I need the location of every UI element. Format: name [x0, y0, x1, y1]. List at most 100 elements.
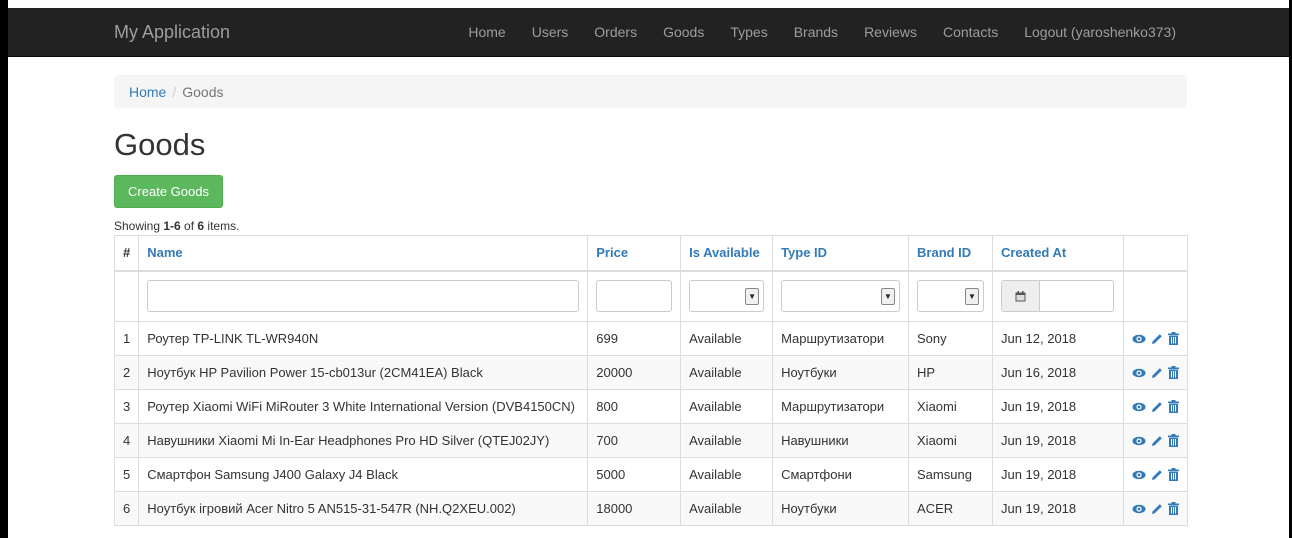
filter-cell-brand: ▼ [908, 270, 993, 322]
row-available: Available [680, 491, 774, 526]
row-available: Available [680, 355, 774, 390]
breadcrumb: Home / Goods [114, 75, 1187, 108]
eye-icon[interactable] [1132, 402, 1146, 412]
created-at-filter-input[interactable] [1038, 280, 1114, 313]
nav-links: Home Users Orders Goods Types Brands Rev… [455, 8, 1189, 57]
col-header-price[interactable]: Price [587, 235, 682, 272]
page-title: Goods [114, 127, 206, 162]
row-type: Смартфони [772, 457, 910, 492]
row-actions [1122, 491, 1189, 526]
row-name: Ноутбук HP Pavilion Power 15-cb013ur (2C… [138, 355, 589, 390]
col-header-created-at[interactable]: Created At [991, 235, 1124, 272]
row-price: 20000 [587, 355, 682, 390]
row-number: 5 [113, 457, 140, 492]
pencil-icon[interactable] [1151, 435, 1163, 447]
table-row: 1 Роутер TP-LINK TL-WR940N 699 Available… [113, 321, 1189, 356]
nav-types[interactable]: Types [717, 8, 780, 57]
row-action-buttons [1132, 502, 1179, 515]
row-brand: Xiaomi [908, 423, 993, 458]
type-filter-select[interactable]: ▼ [781, 280, 901, 313]
row-name: Роутер Xiaomi WiFi MiRouter 3 White Inte… [138, 389, 589, 424]
row-action-buttons [1132, 434, 1179, 447]
pencil-icon[interactable] [1151, 503, 1163, 515]
col-header-is-available[interactable]: Is Available [680, 235, 774, 272]
col-header-brand-id[interactable]: Brand ID [908, 235, 993, 272]
row-available: Available [680, 457, 774, 492]
brand-filter-select[interactable]: ▼ [917, 280, 984, 313]
nav-reviews[interactable]: Reviews [851, 8, 930, 57]
summary-range: 1-6 [163, 219, 181, 233]
summary-middle: of [180, 219, 198, 233]
dropdown-arrow-icon[interactable]: ▼ [881, 288, 896, 306]
row-number: 6 [113, 491, 140, 526]
pencil-icon[interactable] [1151, 401, 1163, 413]
summary-suffix: items. [204, 219, 240, 233]
row-brand: Samsung [908, 457, 993, 492]
breadcrumb-home-link[interactable]: Home [129, 84, 166, 100]
window-left-edge [0, 0, 8, 538]
filter-row: ▼ ▼ ▼ [113, 270, 1189, 322]
nav-users[interactable]: Users [519, 8, 582, 57]
price-filter-input[interactable] [596, 280, 673, 313]
row-created-at: Jun 19, 2018 [991, 423, 1124, 458]
nav-logout[interactable]: Logout (yaroshenko373) [1011, 8, 1189, 57]
row-price: 18000 [587, 491, 682, 526]
eye-icon[interactable] [1132, 334, 1146, 344]
eye-icon[interactable] [1132, 470, 1146, 480]
eye-icon[interactable] [1132, 436, 1146, 446]
table-row: 6 Ноутбук ігровий Acer Nitro 5 AN515-31-… [113, 491, 1189, 526]
row-created-at: Jun 19, 2018 [991, 491, 1124, 526]
trash-icon[interactable] [1168, 468, 1179, 481]
calendar-icon[interactable] [1000, 280, 1039, 313]
nav-brands[interactable]: Brands [781, 8, 851, 57]
row-created-at: Jun 19, 2018 [991, 389, 1124, 424]
row-created-at: Jun 12, 2018 [991, 321, 1124, 356]
filter-cell-number [113, 270, 140, 322]
eye-icon[interactable] [1132, 504, 1146, 514]
row-name: Навушники Xiaomi Mi In-Ear Headphones Pr… [138, 423, 589, 458]
nav-home[interactable]: Home [455, 8, 518, 57]
pencil-icon[interactable] [1151, 469, 1163, 481]
row-brand: ACER [908, 491, 993, 526]
row-actions [1122, 321, 1189, 356]
dropdown-arrow-icon[interactable]: ▼ [964, 288, 979, 306]
trash-icon[interactable] [1168, 502, 1179, 515]
trash-icon[interactable] [1168, 332, 1179, 345]
available-filter-select[interactable]: ▼ [689, 280, 765, 313]
eye-icon[interactable] [1132, 368, 1146, 378]
row-action-buttons [1132, 400, 1179, 413]
navbar: My Application Home Users Orders Goods T… [8, 8, 1289, 57]
row-price: 699 [587, 321, 682, 356]
nav-goods[interactable]: Goods [650, 8, 717, 57]
row-available: Available [680, 321, 774, 356]
table-body: 1 Роутер TP-LINK TL-WR940N 699 Available… [113, 321, 1189, 526]
row-available: Available [680, 389, 774, 424]
row-name: Ноутбук ігровий Acer Nitro 5 AN515-31-54… [138, 491, 589, 526]
nav-contacts[interactable]: Contacts [930, 8, 1011, 57]
name-filter-input[interactable] [147, 280, 580, 313]
table-row: 5 Смартфон Samsung J400 Galaxy J4 Black … [113, 457, 1189, 492]
goods-table: # Name Price Is Available Type ID Brand … [113, 235, 1189, 526]
col-header-actions [1122, 235, 1189, 272]
col-header-name[interactable]: Name [138, 235, 589, 272]
row-name: Смартфон Samsung J400 Galaxy J4 Black [138, 457, 589, 492]
table-row: 4 Навушники Xiaomi Mi In-Ear Headphones … [113, 423, 1189, 458]
row-brand: Xiaomi [908, 389, 993, 424]
brand-link[interactable]: My Application [114, 22, 230, 43]
trash-icon[interactable] [1168, 400, 1179, 413]
nav-orders[interactable]: Orders [581, 8, 650, 57]
row-actions [1122, 457, 1189, 492]
row-type: Навушники [772, 423, 910, 458]
row-created-at: Jun 16, 2018 [991, 355, 1124, 390]
pencil-icon[interactable] [1151, 367, 1163, 379]
trash-icon[interactable] [1168, 366, 1179, 379]
filter-cell-type: ▼ [772, 270, 910, 322]
pencil-icon[interactable] [1151, 333, 1163, 345]
create-goods-button[interactable]: Create Goods [114, 175, 223, 208]
trash-icon[interactable] [1168, 434, 1179, 447]
row-price: 5000 [587, 457, 682, 492]
filter-cell-created [991, 270, 1124, 322]
row-name: Роутер TP-LINK TL-WR940N [138, 321, 589, 356]
col-header-type-id[interactable]: Type ID [772, 235, 910, 272]
dropdown-arrow-icon[interactable]: ▼ [745, 288, 760, 306]
